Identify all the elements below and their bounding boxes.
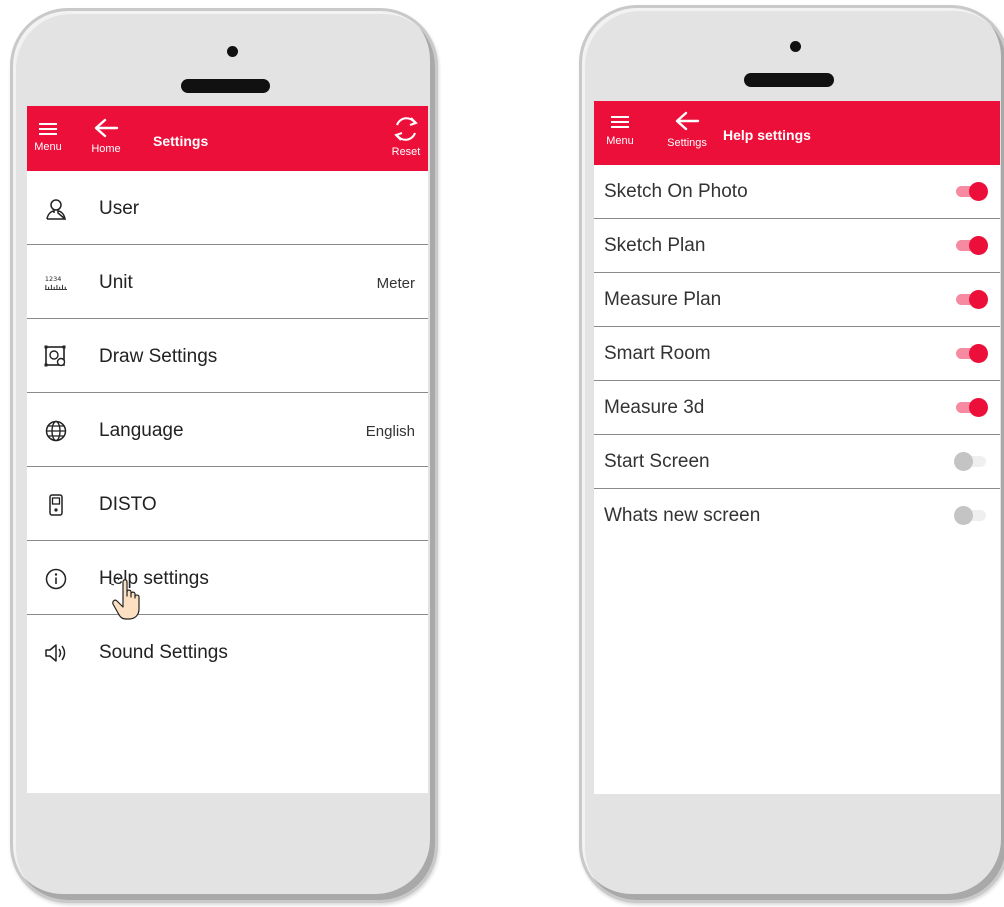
user-icon [44,198,68,220]
back-arrow-icon [675,111,700,131]
whats-new-screen-toggle[interactable] [954,506,988,525]
reset-button[interactable]: Reset [388,114,424,158]
ruler-icon: 1234 [44,272,68,294]
help-item-label: Sketch Plan [604,235,706,256]
settings-item-user[interactable]: User [27,171,428,245]
settings-item-label: Draw Settings [99,346,218,367]
help-item-measure-3d: Measure 3d [594,381,1000,435]
menu-button[interactable]: Menu [605,116,635,147]
home-label: Home [91,143,121,155]
settings-list: User 1234 Unit Meter Draw Settings Langu… [27,171,428,689]
help-item-start-screen: Start Screen [594,435,1000,489]
menu-label: Menu [34,141,62,153]
front-camera [227,46,238,57]
page-title: Help settings [723,127,811,143]
help-item-label: Start Screen [604,451,710,472]
settings-item-label: Language [99,420,184,441]
help-item-measure-plan: Measure Plan [594,273,1000,327]
unit-value: Meter [376,275,415,292]
settings-item-disto[interactable]: DISTO [27,467,428,541]
settings-item-label: User [99,198,140,219]
menu-label: Menu [606,135,634,147]
help-item-smart-room: Smart Room [594,327,1000,381]
start-screen-toggle[interactable] [954,452,988,471]
hamburger-icon [39,123,57,136]
help-item-label: Measure Plan [604,289,722,310]
hamburger-icon [611,116,629,129]
settings-item-label: DISTO [99,494,157,515]
settings-item-draw-settings[interactable]: Draw Settings [27,319,428,393]
earpiece-speaker [181,79,270,93]
menu-button[interactable]: Menu [33,123,63,153]
help-settings-screen: Menu Settings Help settings Sketch On Ph… [594,101,1000,794]
settings-item-help-settings[interactable]: Help settings [27,541,428,615]
language-value: English [365,423,415,440]
measure-3d-toggle[interactable] [954,398,988,417]
svg-text:1234: 1234 [45,275,61,283]
help-item-label: Measure 3d [604,397,705,418]
page-title: Settings [153,133,209,149]
help-item-label: Sketch On Photo [604,181,748,202]
measure-plan-toggle[interactable] [954,290,988,309]
globe-icon [44,420,68,442]
help-item-sketch-on-photo: Sketch On Photo [594,165,1000,219]
reset-icon [394,117,418,141]
settings-item-unit[interactable]: 1234 Unit Meter [27,245,428,319]
reset-label: Reset [391,146,421,158]
phone-frame-right: Menu Settings Help settings Sketch On Ph… [579,5,1004,903]
settings-item-sound-settings[interactable]: Sound Settings [27,615,428,689]
home-button[interactable]: Home [86,118,126,155]
settings-screen: Menu Home Settings Reset User 1234 Unit … [27,106,428,793]
disto-device-icon [44,494,68,516]
settings-item-language[interactable]: Language English [27,393,428,467]
draw-settings-icon [44,345,68,368]
settings-back-label: Settings [667,137,707,149]
app-bar: Menu Settings Help settings [594,101,1000,165]
speaker-icon [44,642,68,664]
phone-frame-left: Menu Home Settings Reset User 1234 Unit … [10,8,438,903]
back-arrow-icon [94,118,119,138]
settings-item-label: Unit [99,272,133,293]
info-icon [44,568,68,590]
help-item-whats-new-screen: Whats new screen [594,489,1000,543]
help-settings-list: Sketch On Photo Sketch Plan Measure Plan… [594,165,1000,543]
pointer-hand-icon [111,577,140,620]
earpiece-speaker [744,73,834,87]
smart-room-toggle[interactable] [954,344,988,363]
sketch-plan-toggle[interactable] [954,236,988,255]
help-item-sketch-plan: Sketch Plan [594,219,1000,273]
settings-item-label: Sound Settings [99,642,228,663]
settings-back-button[interactable]: Settings [658,111,716,149]
help-item-label: Smart Room [604,343,711,364]
app-bar: Menu Home Settings Reset [27,106,428,171]
help-item-label: Whats new screen [604,505,761,526]
sketch-on-photo-toggle[interactable] [954,182,988,201]
front-camera [790,41,801,52]
